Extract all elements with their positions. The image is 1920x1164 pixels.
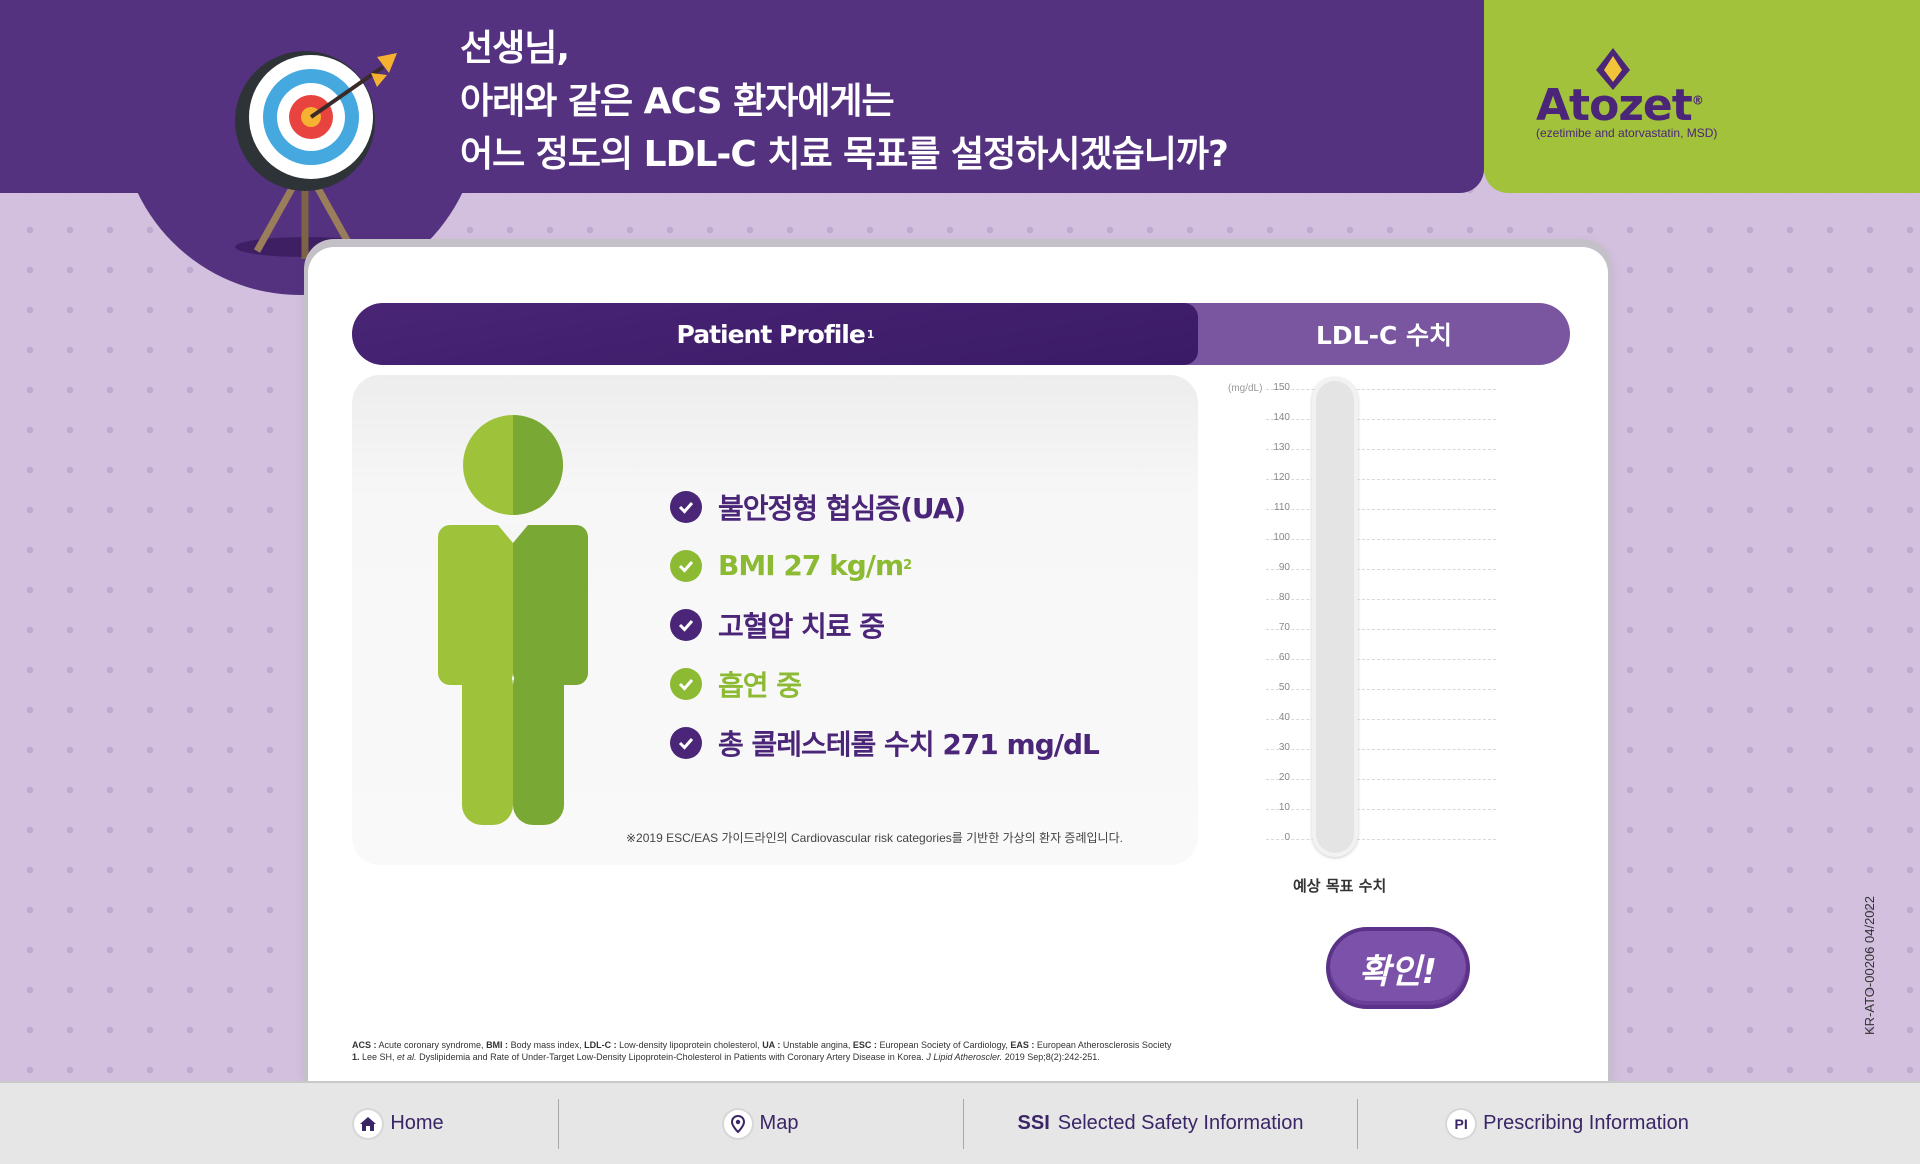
brand-subtitle: (ezetimibe and atorvastatin, MSD) — [1536, 126, 1718, 140]
gauge-caption: 예상 목표 수치 — [1293, 877, 1387, 895]
profile-note: ※2019 ESC/EAS 가이드라인의 Cardiovascular risk… — [626, 831, 1123, 845]
nav-pi-label: Prescribing Information — [1483, 1112, 1689, 1134]
question-text: 선생님, 아래와 같은 ACS 환자에게는 어느 정도의 LDL-C 치료 목표… — [460, 22, 1229, 181]
gauge-tick: 100 — [1266, 532, 1496, 543]
profile-item-ua: 불안정형 협심증(UA) — [670, 477, 1099, 536]
profile-item-smoking: 흡연 중 — [670, 654, 1099, 713]
gauge-tick-label: 120 — [1273, 472, 1290, 483]
patient-profile-panel: 불안정형 협심증(UA) BMI 27 kg/m 2 고혈압 치료 중 흡연 중 … — [352, 375, 1198, 865]
person-icon — [438, 415, 588, 825]
gauge-tick-label: 110 — [1274, 502, 1290, 513]
ldl-gauge-slider[interactable] — [1312, 377, 1358, 857]
gauge-tick: 90 — [1266, 562, 1496, 573]
nav-home[interactable]: Home — [240, 1083, 558, 1164]
gauge-tick-label: 60 — [1278, 652, 1290, 663]
check-icon — [670, 549, 702, 582]
nav-home-label: Home — [390, 1112, 444, 1134]
check-icon — [670, 726, 702, 759]
bottom-nav: Home Map SSI Selected Safety Information… — [0, 1081, 1920, 1164]
footnotes: ACS : Acute coronary syndrome, BMI : Bod… — [352, 1039, 1552, 1063]
gauge-tick-label: 30 — [1278, 742, 1290, 753]
gauge-unit: (mg/dL) — [1228, 383, 1263, 394]
gauge-tick-label: 80 — [1278, 592, 1290, 603]
check-icon — [670, 608, 702, 641]
nav-pi[interactable]: PI Prescribing Information — [1358, 1083, 1778, 1164]
question-line-3: 어느 정도의 LDL-C 치료 목표를 설정하시겠습니까? — [460, 134, 1229, 175]
brand-logo: Atozet® — [1536, 80, 1704, 131]
gauge-tick-label: 10 — [1278, 802, 1290, 813]
ssi-icon: SSI — [1017, 1112, 1050, 1134]
gauge-tick: 110 — [1266, 502, 1496, 513]
check-icon — [670, 667, 702, 700]
profile-item-bmi: BMI 27 kg/m 2 — [670, 536, 1099, 595]
gauge-tick-label: 0 — [1284, 832, 1290, 843]
gauge-tick: 0 — [1266, 832, 1496, 843]
main-card: Patient Profile 1 LDL-C 수치 불안정형 협심증(UA) B… — [308, 247, 1608, 1081]
gauge-tick-label: 140 — [1273, 412, 1290, 423]
brand-panel: Atozet® (ezetimibe and atorvastatin, MSD… — [1484, 0, 1920, 193]
profile-list: 불안정형 협심증(UA) BMI 27 kg/m 2 고혈압 치료 중 흡연 중 … — [670, 477, 1100, 772]
document-code: KR-ATO-00206 04/2022 — [1862, 896, 1877, 1035]
nav-map[interactable]: Map — [559, 1083, 963, 1164]
home-icon — [354, 1109, 383, 1138]
confirm-button[interactable]: 확인! — [1326, 927, 1470, 1009]
gauge-tick-label: 70 — [1278, 622, 1290, 633]
target-icon — [235, 51, 397, 259]
gauge-tick: 10 — [1266, 802, 1496, 813]
gauge-tick: 130 — [1266, 442, 1496, 453]
gauge-tick-label: 150 — [1273, 382, 1290, 393]
reference: 1. Lee SH, et al. Dyslipidemia and Rate … — [352, 1052, 1100, 1062]
gauge-tick: 120 — [1266, 472, 1496, 483]
gauge-tick-label: 50 — [1278, 682, 1290, 693]
question-line-2: 아래와 같은 ACS 환자에게는 — [460, 81, 895, 122]
check-icon — [670, 490, 702, 523]
gauge-tick: 140 — [1266, 412, 1496, 423]
gauge-tick-label: 90 — [1278, 562, 1290, 573]
gauge-tick: 40 — [1266, 712, 1496, 723]
gauge-tick: 60 — [1266, 652, 1496, 663]
gauge-tick-label: 20 — [1278, 772, 1290, 783]
tab-patient-profile[interactable]: Patient Profile 1 — [352, 303, 1198, 365]
gauge-tick: 50 — [1266, 682, 1496, 693]
gauge-tick: 70 — [1266, 622, 1496, 633]
profile-item-hypertension: 고혈압 치료 중 — [670, 595, 1099, 654]
gauge-scale: 150 140 130 120 110 100 90 80 70 60 50 40 30 20 10 0 — [1266, 382, 1496, 843]
gauge-tick: 30 — [1266, 742, 1496, 753]
abbreviations: ACS : Acute coronary syndrome, BMI : Bod… — [352, 1040, 1172, 1050]
tab-ldl-c[interactable]: LDL-C 수치 — [1198, 303, 1570, 365]
nav-map-label: Map — [759, 1112, 799, 1134]
profile-item-cholesterol: 총 콜레스테롤 수치 271 mg/dL — [670, 713, 1100, 772]
gauge-tick: 80 — [1266, 592, 1496, 603]
nav-ssi-label: Selected Safety Information — [1057, 1112, 1304, 1134]
map-pin-icon — [723, 1109, 752, 1138]
gauge-tick: 150 — [1266, 382, 1496, 393]
gauge-tick: 20 — [1266, 772, 1496, 783]
tab-bar: Patient Profile 1 LDL-C 수치 — [352, 303, 1570, 365]
gauge-tick-label: 100 — [1273, 532, 1290, 543]
nav-ssi[interactable]: SSI Selected Safety Information — [964, 1083, 1357, 1164]
pi-icon: PI — [1447, 1109, 1476, 1138]
gauge-tick-label: 130 — [1273, 442, 1290, 453]
question-line-1: 선생님, — [460, 28, 570, 69]
gauge-tick-label: 40 — [1278, 712, 1290, 723]
